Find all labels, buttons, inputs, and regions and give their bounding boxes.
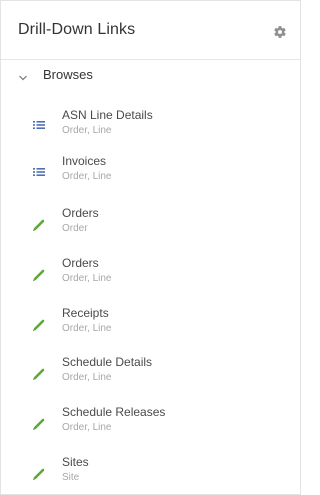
item-name: Sites <box>62 455 89 469</box>
list-icon <box>32 118 46 132</box>
item-name: Receipts <box>62 306 109 320</box>
pencil-icon <box>32 467 46 481</box>
item-subtitle: Order, Line <box>62 273 112 284</box>
item-name: Orders <box>62 256 99 270</box>
pencil-icon <box>32 417 46 431</box>
item-subtitle: Order, Line <box>62 372 112 383</box>
pencil-icon <box>32 268 46 282</box>
item-subtitle: Order, Line <box>62 171 112 182</box>
list-item[interactable]: Schedule Details Order, Line <box>1 355 281 395</box>
item-subtitle: Order, Line <box>62 125 112 136</box>
pencil-icon <box>32 318 46 332</box>
list-item[interactable]: Receipts Order, Line <box>1 306 281 346</box>
drill-down-links-panel: Drill-Down Links Browses ASN Line Detail… <box>0 0 301 495</box>
item-name: Schedule Details <box>62 355 153 369</box>
item-subtitle: Order, Line <box>62 323 112 334</box>
list-item[interactable]: Orders Order, Line <box>1 256 281 296</box>
item-name: Orders <box>62 206 99 220</box>
list-item[interactable]: ASN Line Details Order, Line <box>1 108 281 148</box>
list-item[interactable]: Orders Order <box>1 206 281 246</box>
item-subtitle: Order <box>62 223 88 234</box>
item-subtitle: Order, Line <box>62 422 112 433</box>
list-item[interactable]: Schedule Releases Order, Line <box>1 405 281 445</box>
item-name: Invoices <box>62 154 107 168</box>
list-item[interactable]: Invoices Order, Line <box>1 154 281 194</box>
pencil-icon <box>32 367 46 381</box>
list-icon <box>32 165 46 179</box>
item-name: Schedule Releases <box>62 405 166 419</box>
pencil-icon <box>32 218 46 232</box>
list-item[interactable]: Sites Site <box>1 455 281 495</box>
item-subtitle: Site <box>62 472 80 483</box>
drill-down-list: ASN Line Details Order, Line Invoices Or… <box>1 1 300 494</box>
item-name: ASN Line Details <box>62 108 153 122</box>
